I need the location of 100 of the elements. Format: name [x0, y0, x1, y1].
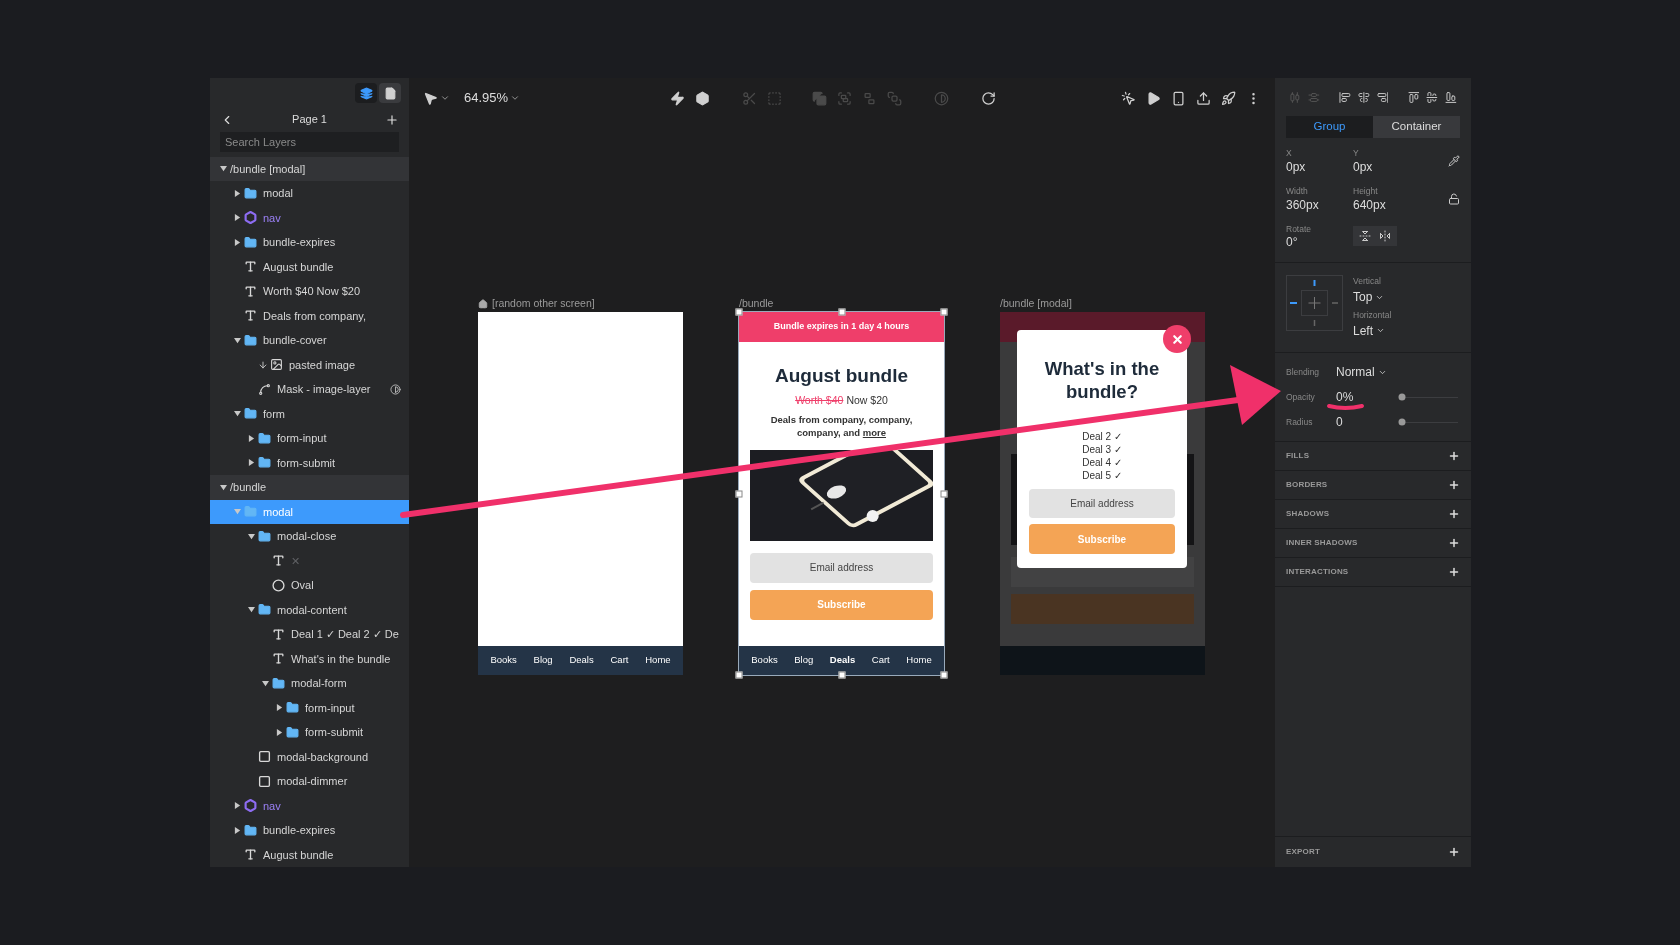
caret-icon[interactable]	[220, 165, 227, 173]
caret-icon[interactable]	[276, 704, 283, 712]
caret-icon[interactable]	[234, 189, 241, 197]
selection-handle[interactable]	[735, 671, 743, 679]
more-link[interactable]: more	[862, 426, 886, 438]
field-value[interactable]: 0°	[1286, 235, 1353, 251]
layer-row[interactable]: nav	[210, 205, 409, 230]
layer-row[interactable]: bundle-expires	[210, 818, 409, 843]
selection-handle[interactable]	[940, 308, 948, 316]
horizontal-dropdown[interactable]: Left	[1353, 321, 1392, 340]
email-field[interactable]: Email address	[750, 552, 933, 583]
caret-icon[interactable]	[248, 532, 255, 540]
nav-item[interactable]: Cart	[610, 653, 629, 668]
layer-row[interactable]: nav	[210, 793, 409, 818]
flip-vertical-icon[interactable]	[1359, 230, 1371, 243]
close-button[interactable]	[1163, 325, 1191, 353]
selection-handle[interactable]	[838, 671, 845, 679]
play-icon[interactable]	[1146, 90, 1161, 106]
search-field[interactable]: Search Layers	[220, 132, 399, 153]
zoom-dropdown[interactable]: 64.95%	[464, 88, 521, 108]
caret-icon[interactable]	[276, 728, 283, 736]
layer-row[interactable]: form	[210, 401, 409, 426]
caret-icon[interactable]	[234, 410, 241, 418]
layers-tab[interactable]	[355, 83, 377, 104]
refresh-icon[interactable]	[981, 90, 997, 106]
slider-thumb[interactable]	[1398, 393, 1406, 401]
pointer-icon[interactable]	[423, 90, 438, 106]
add-icon[interactable]	[1448, 478, 1460, 491]
caret-icon[interactable]	[234, 826, 241, 834]
slider-thumb[interactable]	[1398, 418, 1406, 426]
field-value[interactable]: 0%	[1336, 388, 1402, 407]
eyedropper-icon[interactable]	[1448, 154, 1460, 167]
caret-icon[interactable]	[234, 802, 241, 810]
caret-icon[interactable]	[220, 483, 227, 491]
add-icon[interactable]	[1448, 565, 1460, 578]
caret-icon[interactable]	[234, 214, 241, 222]
layer-row[interactable]: pasted image	[210, 352, 409, 377]
nav-item[interactable]: Blog	[794, 653, 814, 668]
field-value[interactable]: 0px	[1286, 159, 1353, 175]
layer-row[interactable]: form-submit	[210, 720, 409, 745]
layer-row[interactable]: bundle-expires	[210, 230, 409, 255]
lightning-icon[interactable]	[670, 90, 686, 106]
rocket-icon[interactable]	[1221, 90, 1236, 106]
field-value[interactable]: 0px	[1353, 159, 1420, 175]
layer-row[interactable]: Worth $40 Now $20	[210, 279, 409, 304]
layer-row[interactable]: modal-background	[210, 744, 409, 769]
align-center-icon[interactable]	[1357, 90, 1370, 104]
layer-row[interactable]: Oval	[210, 573, 409, 598]
nav-item[interactable]: Home	[906, 653, 932, 668]
share-icon[interactable]	[1196, 90, 1211, 106]
screen-title[interactable]: /bundle [modal]	[1000, 296, 1072, 312]
layer-row[interactable]: form-input	[210, 695, 409, 720]
lock-icon[interactable]	[1448, 192, 1460, 205]
nav-item[interactable]: Books	[490, 653, 517, 668]
align-left-icon[interactable]	[1338, 90, 1351, 104]
selection-handle[interactable]	[735, 308, 743, 316]
align-top-icon[interactable]	[1407, 90, 1420, 104]
selection-handle[interactable]	[838, 308, 845, 316]
add-icon[interactable]	[1448, 449, 1460, 462]
field-value[interactable]: 0	[1336, 413, 1402, 432]
add-icon[interactable]	[385, 112, 399, 127]
nav-item[interactable]: Blog	[533, 653, 553, 668]
caret-icon[interactable]	[248, 459, 255, 467]
layer-row[interactable]: /bundle	[210, 475, 409, 500]
add-icon[interactable]	[1448, 507, 1460, 520]
nav-item[interactable]: Books	[751, 653, 778, 668]
flip-horizontal-icon[interactable]	[1379, 230, 1391, 243]
selection-handle[interactable]	[940, 490, 948, 497]
add-icon[interactable]	[1448, 536, 1460, 549]
nav-item[interactable]: Cart	[871, 653, 890, 668]
layer-row[interactable]: form-input	[210, 426, 409, 451]
layer-row[interactable]: August bundle	[210, 254, 409, 279]
pages-tab[interactable]	[379, 83, 401, 104]
field-value[interactable]: 360px	[1286, 197, 1353, 213]
layer-row[interactable]: modal-dimmer	[210, 769, 409, 794]
layer-row[interactable]: What's in the bundle	[210, 646, 409, 671]
layer-row[interactable]: bundle-cover	[210, 328, 409, 353]
caret-icon[interactable]	[440, 93, 450, 103]
caret-icon[interactable]	[262, 679, 269, 687]
selection-handle[interactable]	[940, 671, 948, 679]
layer-row[interactable]: modal-close	[210, 524, 409, 549]
layer-row[interactable]: Deals from company,	[210, 303, 409, 328]
inspector-tab[interactable]: Container	[1373, 116, 1460, 138]
mask-toggle-icon[interactable]	[390, 383, 401, 395]
layer-row[interactable]: August bundle	[210, 842, 409, 867]
component-icon[interactable]	[695, 90, 711, 106]
inspect-icon[interactable]	[1121, 90, 1136, 106]
align-right-icon[interactable]	[1376, 90, 1389, 104]
nav-item[interactable]: Home	[645, 653, 671, 668]
caret-icon[interactable]	[234, 238, 241, 246]
align-bottom-icon[interactable]	[1445, 90, 1457, 104]
align-middle-icon[interactable]	[1426, 90, 1439, 104]
add-icon[interactable]	[1448, 846, 1460, 858]
inspector-tab[interactable]: Group	[1286, 116, 1373, 138]
layer-row[interactable]: Mask - image-layer	[210, 377, 409, 402]
nav-item[interactable]: Deals	[829, 653, 856, 668]
caret-icon[interactable]	[248, 434, 255, 442]
blending-dropdown[interactable]: Normal	[1336, 363, 1387, 382]
selection-handle[interactable]	[735, 490, 743, 497]
layer-row[interactable]: modal	[210, 181, 409, 206]
